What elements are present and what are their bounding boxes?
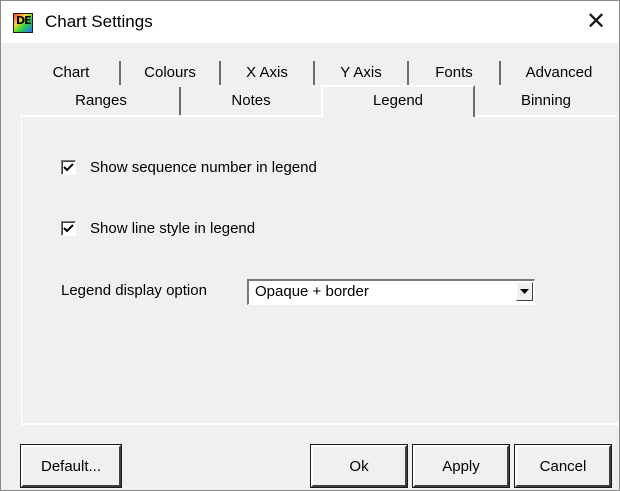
show-sequence-checkbox[interactable] — [61, 160, 76, 175]
show-sequence-label: Show sequence number in legend — [90, 159, 317, 176]
show-sequence-row[interactable]: Show sequence number in legend — [61, 159, 317, 176]
cancel-button[interactable]: Cancel — [514, 444, 612, 488]
default-button[interactable]: Default... — [20, 444, 122, 488]
window-title: Chart Settings — [45, 12, 153, 31]
show-line-style-row[interactable]: Show line style in legend — [61, 220, 255, 237]
tab-advanced[interactable]: Advanced — [501, 61, 617, 85]
chart-settings-dialog: DE Chart Settings ✕ Chart Colours X Axis… — [0, 0, 620, 491]
tab-chart[interactable]: Chart — [23, 61, 121, 85]
tab-y-axis[interactable]: Y Axis — [315, 61, 409, 85]
show-line-style-label: Show line style in legend — [90, 220, 256, 237]
divider — [21, 423, 619, 425]
show-line-style-checkbox[interactable] — [61, 221, 76, 236]
app-icon: DE — [13, 13, 33, 33]
dropdown-button[interactable] — [516, 282, 533, 301]
checkmark-icon — [63, 163, 74, 172]
tab-colours[interactable]: Colours — [121, 61, 221, 85]
tab-binning[interactable]: Binning — [475, 87, 617, 115]
apply-button[interactable]: Apply — [412, 444, 510, 488]
tab-fonts[interactable]: Fonts — [409, 61, 501, 85]
legend-display-option-select[interactable]: Opaque + border — [247, 279, 535, 305]
tab-ranges[interactable]: Ranges — [23, 87, 181, 115]
checkmark-icon — [63, 224, 74, 233]
tab-legend[interactable]: Legend — [321, 85, 475, 117]
chevron-down-icon — [520, 289, 529, 294]
title-bar: DE Chart Settings ✕ — [1, 1, 619, 43]
legend-display-option-value: Opaque + border — [255, 283, 369, 300]
close-button[interactable]: ✕ — [573, 1, 619, 43]
legend-display-option-label: Legend display option — [61, 282, 207, 299]
tab-x-axis[interactable]: X Axis — [221, 61, 315, 85]
tab-notes[interactable]: Notes — [181, 87, 321, 115]
ok-button[interactable]: Ok — [310, 444, 408, 488]
